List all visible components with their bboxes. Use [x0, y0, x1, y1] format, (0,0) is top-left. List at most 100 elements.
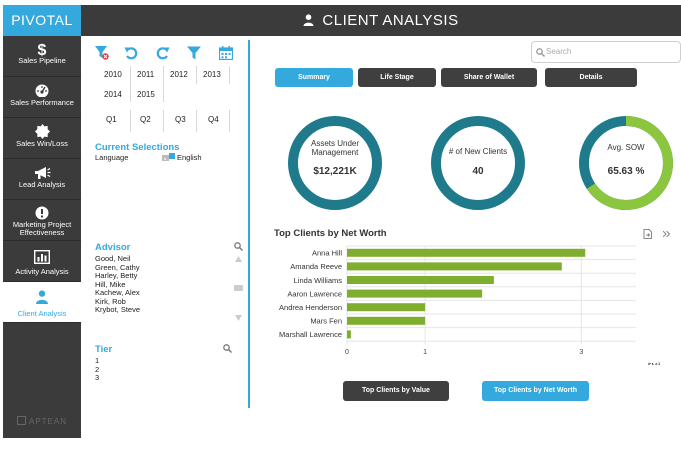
- calendar-icon[interactable]: [219, 46, 233, 60]
- gauge-value: 40: [472, 166, 484, 177]
- gauge-icon: [35, 84, 49, 97]
- category-label: Marshall Lawrence: [279, 330, 342, 339]
- divider: [130, 66, 131, 102]
- bar: [347, 262, 562, 271]
- scroll-down-icon[interactable]: [235, 315, 242, 321]
- bar: [347, 289, 483, 298]
- undo-icon[interactable]: [124, 46, 138, 60]
- scrollbar-thumb[interactable]: [234, 285, 243, 291]
- search-icon[interactable]: [223, 344, 232, 353]
- export-icon[interactable]: [643, 229, 652, 239]
- sidebar-item-client-analysis[interactable]: Client Analysis: [3, 282, 81, 323]
- gauge-assets-under-management: [288, 116, 382, 210]
- search-input[interactable]: Search: [531, 41, 681, 63]
- megaphone-icon: [34, 167, 50, 179]
- divider: [196, 110, 197, 132]
- search-icon: [536, 48, 545, 57]
- divider: [229, 66, 230, 84]
- chevron-right-icon[interactable]: [663, 231, 670, 237]
- tab-details[interactable]: Details: [545, 68, 637, 87]
- year-option[interactable]: 2012: [170, 70, 188, 79]
- tab-summary[interactable]: Summary: [275, 68, 353, 87]
- sidebar: $ Sales Pipeline Sales Performance Sales…: [3, 36, 81, 438]
- sidebar-item-label: Client Analysis: [17, 309, 67, 318]
- advisor-list: Good, Neil Green, Cathy Harley, Betty Hi…: [95, 254, 140, 315]
- alert-icon: [35, 206, 49, 220]
- net-worth-bar-chart: Anna Hill Amanda Reeve Linda Williams Aaron…: [279, 245, 662, 365]
- divider: [163, 66, 164, 102]
- sidebar-item-activity-analysis[interactable]: Activity Analysis: [3, 241, 81, 282]
- bar: [347, 316, 426, 325]
- svg-text:$: $: [38, 42, 47, 57]
- filter-icon[interactable]: [187, 46, 201, 60]
- gauge-label: # of New Clients: [448, 147, 508, 156]
- sidebar-item-label: Sales Performance: [10, 98, 74, 107]
- category-label: Aaron Lawrence: [287, 289, 342, 298]
- scroll-up-icon[interactable]: [235, 256, 242, 262]
- search-placeholder: Search: [546, 47, 572, 56]
- year-option[interactable]: 2011: [137, 70, 154, 79]
- category-label: Anna Hill: [312, 249, 342, 258]
- year-option[interactable]: 2014: [104, 90, 122, 99]
- divider: [130, 110, 131, 132]
- tier-title: Tier: [95, 344, 113, 355]
- gauge-value: 65.63 %: [607, 166, 645, 177]
- bar: [347, 248, 586, 257]
- sidebar-item-label: Sales Pipeline: [18, 56, 66, 65]
- bar: [347, 276, 494, 284]
- quarter-option[interactable]: Q2: [140, 115, 151, 124]
- vendor-logo: APTEAN: [17, 416, 67, 426]
- sidebar-item-lead-analysis[interactable]: Lead Analysis: [3, 159, 81, 200]
- app-brand: PIVOTAL: [3, 5, 81, 36]
- gauge-avg-sow: [579, 116, 673, 210]
- bar: [347, 303, 426, 312]
- gauge-new-clients: [431, 116, 525, 210]
- dollar-icon: $: [38, 42, 47, 57]
- selection-field: Language: [95, 153, 129, 162]
- search-icon[interactable]: [234, 242, 243, 251]
- chart-title: Top Clients by Net Worth: [274, 228, 387, 239]
- bar-chart-icon: [34, 250, 50, 264]
- quarter-option[interactable]: Q1: [106, 115, 117, 124]
- page-title: CLIENT ANALYSIS: [322, 12, 459, 29]
- top-clients-by-value-button[interactable]: Top Clients by Value: [343, 381, 449, 401]
- panel-divider: [248, 40, 250, 408]
- user-icon: [36, 290, 48, 304]
- category-label: Mars Fen: [310, 317, 342, 326]
- year-option[interactable]: 2010: [104, 70, 122, 79]
- clear-selection-icon[interactable]: [162, 153, 175, 162]
- category-label: Linda Williams: [294, 276, 343, 285]
- divider: [196, 66, 197, 84]
- sidebar-item-sales-performance[interactable]: Sales Performance: [3, 77, 81, 118]
- list-item[interactable]: Krybot, Steve: [95, 305, 140, 315]
- gauge-value: $12,221K: [313, 166, 357, 177]
- quarter-option[interactable]: Q3: [175, 115, 186, 124]
- bar: [347, 330, 351, 339]
- divider: [163, 110, 164, 132]
- top-clients-by-net-worth-button[interactable]: Top Clients by Net Worth: [482, 381, 589, 401]
- year-option[interactable]: 2015: [137, 90, 155, 99]
- gauge-label: Assets Under Management: [310, 139, 360, 157]
- page-header: CLIENT ANALYSIS: [81, 5, 681, 36]
- tab-share-of-wallet[interactable]: Share of Wallet: [441, 68, 537, 87]
- tier-list: 1 2 3: [95, 356, 99, 383]
- year-option[interactable]: 2013: [203, 70, 221, 79]
- sidebar-item-sales-win-loss[interactable]: Sales Win/Loss: [3, 118, 81, 159]
- sidebar-item-label: Marketing Project Effectiveness: [12, 220, 72, 237]
- sidebar-item-label: Sales Win/Loss: [16, 139, 68, 148]
- redo-icon[interactable]: [156, 46, 170, 60]
- divider: [229, 110, 230, 132]
- list-item[interactable]: 3: [95, 373, 99, 383]
- user-icon: [303, 14, 314, 26]
- category-label: Amanda Reeve: [290, 262, 342, 271]
- selection-value: English: [177, 153, 202, 162]
- sidebar-item-sales-pipeline[interactable]: $ Sales Pipeline: [3, 36, 81, 77]
- sidebar-item-marketing-project-effectiveness[interactable]: Marketing Project Effectiveness: [3, 200, 81, 241]
- quarter-option[interactable]: Q4: [208, 115, 219, 124]
- current-selections-title: Current Selections: [95, 142, 180, 153]
- tab-life-stage[interactable]: Life Stage: [358, 68, 436, 87]
- badge-icon: [34, 124, 50, 139]
- gauge-label: Avg. SOW: [607, 143, 645, 152]
- clear-filter-icon[interactable]: [95, 46, 109, 60]
- sidebar-item-label: Activity Analysis: [15, 267, 69, 276]
